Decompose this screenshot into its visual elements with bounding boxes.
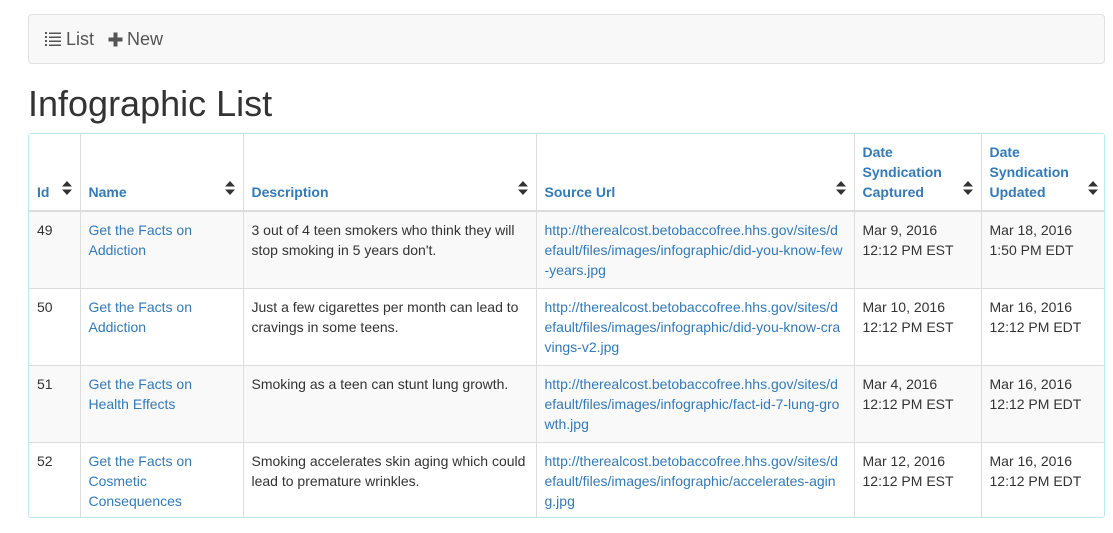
table-row: 52 Get the Facts on Cosmetic Consequence… — [29, 442, 1104, 517]
cell-source-url: http://therealcost.betobaccofree.hhs.gov… — [536, 365, 855, 443]
new-link-label: New — [127, 29, 164, 49]
infographic-table-container: Id Name Description Source Url Date Synd… — [28, 133, 1105, 518]
cell-date-updated: Mar 16, 2016 12:12 PM EDT — [981, 288, 1104, 366]
source-url-link[interactable]: http://therealcost.betobaccofree.hhs.gov… — [545, 299, 841, 355]
list-icon — [44, 30, 62, 48]
captured-time: 12:12 PM EST — [862, 396, 954, 412]
cell-source-url: http://therealcost.betobaccofree.hhs.gov… — [536, 288, 855, 366]
captured-time: 12:12 PM EST — [862, 319, 954, 335]
plus-icon — [108, 32, 123, 47]
table-row: 50 Get the Facts on Addiction Just a few… — [29, 288, 1104, 366]
captured-date: Mar 4, 2016 — [862, 376, 938, 392]
column-header-date-updated[interactable]: Date Syndication Updated — [981, 134, 1104, 212]
cell-id: 49 — [29, 211, 81, 289]
sort-icon — [962, 180, 973, 200]
cell-name: Get the Facts on Health Effects — [80, 365, 244, 443]
cell-name: Get the Facts on Addiction — [80, 211, 244, 289]
column-header-label: Id — [37, 184, 50, 200]
source-url-link[interactable]: http://therealcost.betobaccofree.hhs.gov… — [545, 222, 843, 278]
cell-description: Just a few cigarettes per month can lead… — [243, 288, 537, 366]
column-header-source-url[interactable]: Source Url — [536, 134, 855, 212]
updated-date: Mar 16, 2016 — [989, 376, 1073, 392]
captured-time: 12:12 PM EST — [862, 473, 954, 489]
table-row: 51 Get the Facts on Health Effects Smoki… — [29, 365, 1104, 443]
cell-date-updated: Mar 16, 2016 12:12 PM EDT — [981, 442, 1104, 517]
cell-date-captured: Mar 12, 2016 12:12 PM EST — [854, 442, 982, 517]
column-header-name[interactable]: Name — [80, 134, 244, 212]
cell-date-captured: Mar 4, 2016 12:12 PM EST — [854, 365, 982, 443]
cell-description: Smoking as a teen can stunt lung growth. — [243, 365, 537, 443]
name-link[interactable]: Get the Facts on Addiction — [89, 299, 193, 335]
table-row: 49 Get the Facts on Addiction 3 out of 4… — [29, 211, 1104, 289]
page-title: Infographic List — [28, 83, 273, 124]
column-header-date-captured[interactable]: Date Syndication Captured — [854, 134, 982, 212]
cell-date-updated: Mar 16, 2016 12:12 PM EDT — [981, 365, 1104, 443]
captured-date: Mar 12, 2016 — [862, 453, 946, 469]
updated-date: Mar 16, 2016 — [989, 299, 1073, 315]
cell-date-captured: Mar 9, 2016 12:12 PM EST — [854, 211, 982, 289]
column-header-label: Name — [88, 184, 127, 200]
column-header-label: Description — [251, 184, 329, 200]
captured-date: Mar 10, 2016 — [862, 299, 946, 315]
updated-time: 12:12 PM EDT — [989, 473, 1082, 489]
name-link[interactable]: Get the Facts on Health Effects — [89, 376, 193, 412]
new-link[interactable]: New — [108, 29, 163, 49]
updated-time: 12:12 PM EDT — [989, 396, 1082, 412]
updated-date: Mar 16, 2016 — [989, 453, 1073, 469]
sort-icon — [1088, 180, 1098, 200]
list-link-label: List — [66, 29, 95, 49]
captured-date: Mar 9, 2016 — [862, 222, 938, 238]
cell-name: Get the Facts on Cosmetic Consequences — [80, 442, 244, 517]
updated-time: 12:12 PM EDT — [989, 319, 1082, 335]
source-url-link[interactable]: http://therealcost.betobaccofree.hhs.gov… — [545, 376, 840, 432]
captured-time: 12:12 PM EST — [862, 242, 954, 258]
name-link[interactable]: Get the Facts on Addiction — [89, 222, 193, 258]
cell-id: 50 — [29, 288, 81, 366]
cell-id: 52 — [29, 442, 81, 517]
sort-icon — [517, 180, 528, 200]
column-header-id[interactable]: Id — [29, 134, 81, 212]
navbar: List New — [28, 14, 1105, 64]
cell-date-updated: Mar 18, 2016 1:50 PM EDT — [981, 211, 1104, 289]
cell-description: 3 out of 4 teen smokers who think they w… — [243, 211, 537, 289]
cell-name: Get the Facts on Addiction — [80, 288, 244, 366]
table-header-row: Id Name Description Source Url Date Synd… — [29, 134, 1104, 212]
cell-source-url: http://therealcost.betobaccofree.hhs.gov… — [536, 211, 855, 289]
sort-icon — [61, 180, 72, 200]
cell-source-url: http://therealcost.betobaccofree.hhs.gov… — [536, 442, 855, 517]
sort-icon — [224, 180, 235, 200]
updated-date: Mar 18, 2016 — [989, 222, 1073, 238]
column-header-label: Source Url — [544, 184, 616, 200]
list-link[interactable]: List — [44, 29, 94, 49]
source-url-link[interactable]: http://therealcost.betobaccofree.hhs.gov… — [545, 453, 838, 509]
name-link[interactable]: Get the Facts on Cosmetic Consequences — [89, 453, 193, 509]
cell-id: 51 — [29, 365, 81, 443]
infographic-table: Id Name Description Source Url Date Synd… — [29, 134, 1104, 517]
cell-description: Smoking accelerates skin aging which cou… — [243, 442, 537, 517]
column-header-description[interactable]: Description — [243, 134, 537, 212]
column-header-label: Date Syndication Captured — [862, 144, 942, 200]
cell-date-captured: Mar 10, 2016 12:12 PM EST — [854, 288, 982, 366]
updated-time: 1:50 PM EDT — [989, 242, 1074, 258]
sort-icon — [835, 180, 846, 200]
column-header-label: Date Syndication Updated — [989, 144, 1069, 200]
